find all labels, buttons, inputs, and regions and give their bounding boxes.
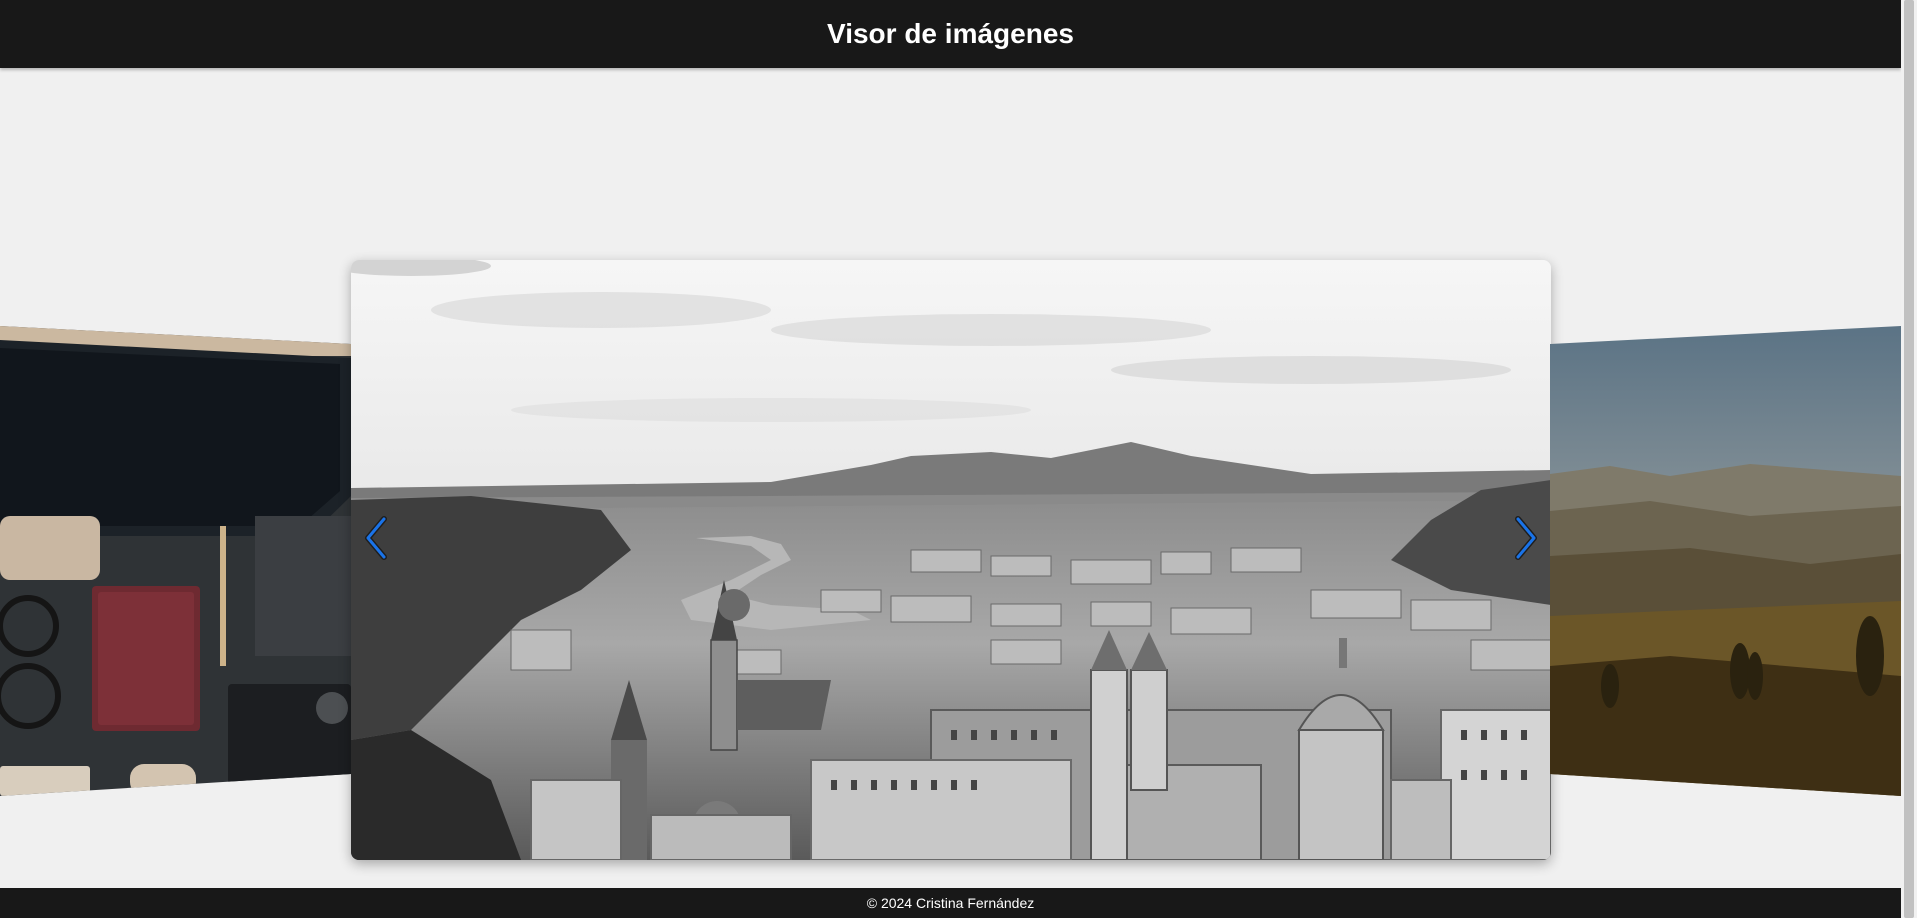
- rolling-hills-landscape-photo: [1550, 326, 1901, 796]
- desk-workspace-photo: [0, 326, 351, 796]
- carousel-slide-next[interactable]: [1550, 326, 1901, 796]
- carousel-slide-current[interactable]: [351, 260, 1551, 860]
- image-carousel: [0, 68, 1901, 888]
- next-slide-button[interactable]: [1512, 515, 1542, 561]
- page-title: Visor de imágenes: [827, 18, 1074, 49]
- prev-slide-button[interactable]: [360, 515, 390, 561]
- vertical-scrollbar[interactable]: [1901, 0, 1917, 918]
- salzburg-city-photo: [351, 260, 1551, 860]
- carousel-slide-previous[interactable]: [0, 326, 351, 796]
- chevron-right-icon: [1515, 516, 1537, 560]
- page-header: Visor de imágenes: [0, 0, 1901, 68]
- page-footer: © 2024 Cristina Fernández: [0, 888, 1901, 918]
- chevron-left-icon: [365, 516, 387, 560]
- scrollbar-thumb[interactable]: [1904, 0, 1914, 918]
- copyright-text: © 2024 Cristina Fernández: [866, 895, 1035, 911]
